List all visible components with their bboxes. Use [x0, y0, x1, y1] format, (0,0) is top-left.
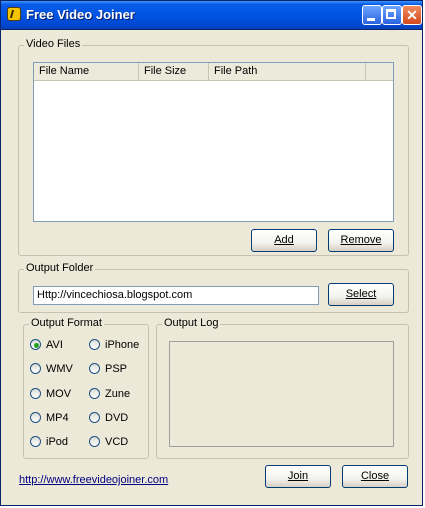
- output-folder-input[interactable]: Http://vincechiosa.blogspot.com: [33, 286, 319, 305]
- radio-circle: [30, 412, 41, 423]
- video-files-list[interactable]: File Name File Size File Path: [33, 62, 394, 222]
- add-button[interactable]: Add: [251, 229, 317, 252]
- column-file-size[interactable]: File Size: [139, 63, 209, 80]
- radio-label: MP4: [46, 412, 69, 424]
- website-link[interactable]: http://www.freevideojoiner.com: [19, 474, 168, 486]
- window-title: Free Video Joiner: [26, 7, 135, 22]
- maximize-icon: [383, 6, 401, 24]
- column-file-name[interactable]: File Name: [34, 63, 139, 80]
- radio-circle: [30, 339, 41, 350]
- output-format-label: Output Format: [29, 317, 104, 329]
- radio-label: Zune: [105, 388, 131, 400]
- close-icon: ✕: [406, 7, 418, 23]
- app-window: Free Video Joiner ✕ Video Files File Nam…: [0, 0, 423, 506]
- radio-circle: [89, 388, 100, 399]
- radio-label: AVI: [46, 339, 63, 351]
- title-bar[interactable]: Free Video Joiner ✕: [1, 1, 422, 30]
- list-header: File Name File Size File Path: [34, 63, 393, 81]
- select-folder-button[interactable]: Select: [328, 283, 394, 306]
- app-icon: [7, 7, 21, 21]
- column-file-path[interactable]: File Path: [209, 63, 366, 80]
- radio-label: PSP: [105, 363, 128, 375]
- minimize-icon: [363, 6, 381, 24]
- radio-circle: [89, 363, 100, 374]
- output-folder-label: Output Folder: [24, 262, 96, 274]
- radio-label: iPhone: [105, 339, 140, 351]
- output-log-label: Output Log: [162, 317, 221, 329]
- radio-circle: [89, 339, 100, 350]
- radio-label: WMV: [46, 363, 73, 375]
- minimize-button[interactable]: [362, 5, 382, 25]
- radio-selected-dot: [34, 343, 39, 348]
- radio-circle: [30, 436, 41, 447]
- radio-circle: [89, 436, 100, 447]
- close-button[interactable]: Close: [342, 465, 408, 488]
- close-window-button[interactable]: ✕: [402, 5, 422, 25]
- video-files-label: Video Files: [24, 38, 83, 50]
- radio-label: DVD: [105, 412, 129, 424]
- remove-button[interactable]: Remove: [328, 229, 394, 252]
- join-button[interactable]: Join: [265, 465, 331, 488]
- radio-label: MOV: [46, 388, 72, 400]
- radio-label: VCD: [105, 436, 129, 448]
- radio-circle: [89, 412, 100, 423]
- radio-circle: [30, 363, 41, 374]
- radio-circle: [30, 388, 41, 399]
- radio-label: iPod: [46, 436, 69, 448]
- maximize-button[interactable]: [382, 5, 402, 25]
- output-log-area[interactable]: [169, 341, 394, 447]
